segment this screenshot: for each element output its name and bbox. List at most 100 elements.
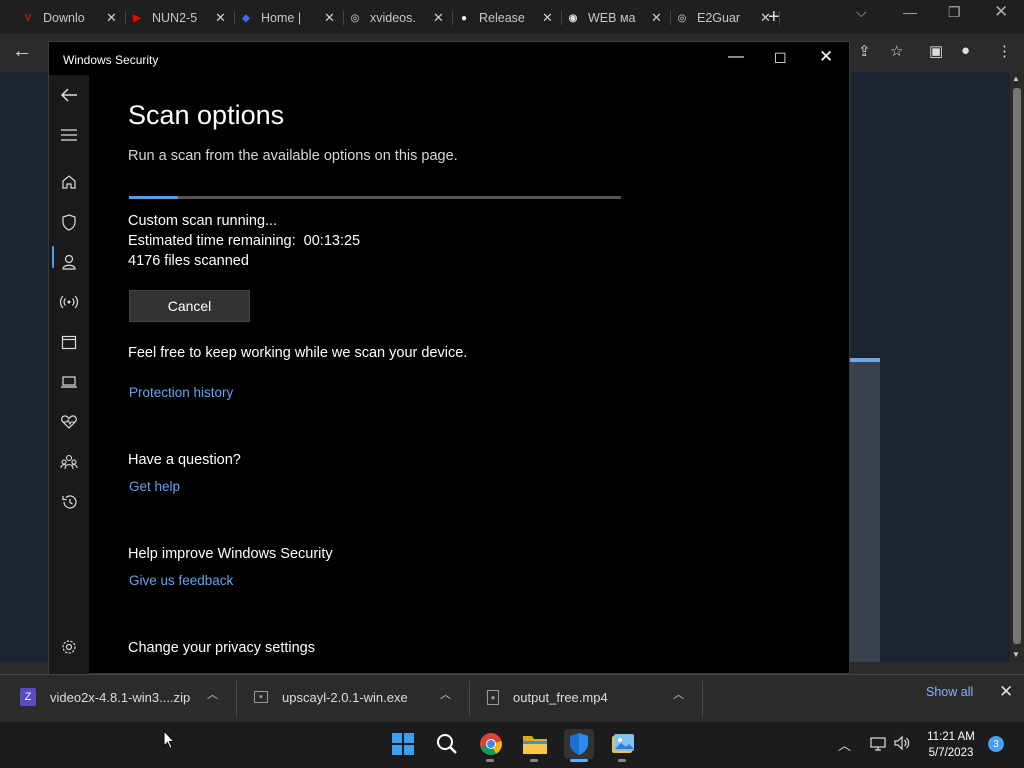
mouse-cursor-icon (163, 730, 175, 750)
globe-icon: ◎ (350, 12, 360, 24)
give-feedback-link[interactable]: Give us feedback (129, 573, 233, 588)
show-all-downloads-link[interactable]: Show all (926, 685, 973, 699)
page-scrollbar[interactable]: ▲ ▼ (1010, 72, 1024, 662)
improve-heading: Help improve Windows Security (128, 546, 333, 562)
browser-tab[interactable]: V Downlo ✕ (0, 4, 126, 32)
network-icon[interactable] (57, 290, 81, 314)
show-hidden-icons-chevron-icon[interactable]: ︿ (838, 735, 851, 754)
browser-back-icon[interactable]: ← (12, 40, 32, 63)
browser-tab[interactable]: ◉ WEB ма ✕ (545, 4, 671, 32)
protection-history-link[interactable]: Protection history (129, 385, 233, 400)
files-scanned-text: 4176 files scanned (128, 253, 249, 269)
download-filename: upscayl-2.0.1-win.exe (282, 689, 408, 705)
vivaldi-v-icon: V (24, 12, 32, 24)
tab-title: Release (479, 11, 525, 25)
volume-icon[interactable] (893, 735, 911, 754)
browser-tab[interactable]: ◎ xvideos. ✕ (327, 4, 453, 32)
scroll-up-icon[interactable]: ▲ (1012, 74, 1020, 83)
globe-icon: ◎ (677, 12, 687, 24)
app-browser-icon[interactable] (57, 330, 81, 354)
browser-tab[interactable]: ● Release ✕ (436, 4, 562, 32)
clock-date: 5/7/2023 (928, 747, 974, 759)
download-item-video2x[interactable]: Z video2x-4.8.1-win3....zip (20, 685, 190, 709)
shield-icon[interactable] (57, 210, 81, 234)
browser-tab[interactable]: ◎ E2Guar ✕ (654, 4, 780, 32)
health-heart-icon[interactable] (57, 410, 81, 434)
tab-title: NUN2-5 (152, 11, 198, 25)
tab-title: xvideos. (370, 11, 416, 25)
bookmark-star-icon[interactable]: ☆ (890, 42, 903, 60)
download-item-upscayl[interactable]: ▪ upscayl-2.0.1-win.exe (254, 685, 408, 709)
privacy-heading: Change your privacy settings (128, 640, 315, 656)
photos-icon[interactable] (608, 729, 638, 759)
family-icon[interactable] (57, 450, 81, 474)
history-icon[interactable] (57, 490, 81, 514)
browser-menu-icon[interactable]: ⋮ (997, 42, 1012, 60)
hamburger-menu-icon[interactable] (57, 123, 81, 147)
network-status-icon[interactable] (869, 735, 887, 754)
file-explorer-icon[interactable] (520, 729, 550, 759)
new-tab-button[interactable]: + (768, 6, 780, 29)
download-filename: video2x-4.8.1-win3....zip (50, 689, 191, 705)
home-icon[interactable] (57, 170, 81, 194)
system-clock[interactable]: 11:21 AM 5/7/2023 (922, 729, 980, 761)
scroll-down-icon[interactable]: ▼ (1012, 650, 1020, 659)
close-window-button[interactable]: ✕ (819, 47, 833, 67)
windows-security-window: Windows Security — ☐ ✕ Scan options Run … (48, 41, 850, 675)
page-subtitle: Run a scan from the available options on… (128, 148, 458, 164)
download-item-output[interactable]: ● output_free.mp4 (487, 685, 608, 709)
minimize-browser-button[interactable]: — (903, 4, 917, 20)
settings-gear-icon[interactable] (57, 635, 81, 659)
download-filename: output_free.mp4 (513, 689, 608, 705)
tab-title: E2Guar (697, 11, 741, 25)
keep-working-text: Feel free to keep working while we scan … (128, 345, 468, 361)
windows-start-icon[interactable] (388, 729, 418, 759)
tab-title: Home | (261, 11, 302, 25)
tab-title: WEB ма (588, 11, 636, 25)
eye-icon: ◉ (568, 12, 578, 24)
device-security-icon[interactable] (57, 370, 81, 394)
diamond-icon: ◆ (242, 12, 250, 24)
page-title: Scan options (128, 100, 285, 130)
download-options-chevron-icon[interactable]: ︿ (207, 686, 218, 702)
get-help-link[interactable]: Get help (129, 479, 180, 494)
tab-title: Downlo (43, 11, 85, 25)
restore-browser-button[interactable]: ❐ (948, 4, 961, 21)
security-active-indicator (570, 759, 588, 762)
chrome-running-indicator (486, 759, 494, 762)
time-remaining-text: Estimated time remaining: 00:13:25 (128, 233, 360, 249)
notification-badge[interactable]: 3 (988, 736, 1004, 752)
minimize-window-button[interactable]: — (728, 48, 744, 66)
profile-icon[interactable]: ● (961, 42, 970, 59)
download-divider (469, 681, 470, 717)
downloads-bar: Z video2x-4.8.1-win3....zip ︿ ▪ upscayl-… (0, 674, 1024, 722)
back-arrow-icon[interactable] (57, 83, 81, 107)
exe-file-icon: ▪ (254, 691, 268, 703)
browser-tab[interactable]: ▶ NUN2-5 ✕ (109, 4, 235, 32)
zip-archive-icon: Z (20, 688, 36, 706)
maximize-window-button[interactable]: ☐ (774, 50, 787, 67)
youtube-icon: ▶ (133, 12, 141, 24)
share-icon[interactable]: ⇪ (858, 42, 871, 60)
time-remaining-value: 00:13:25 (303, 233, 361, 249)
close-browser-button[interactable]: ✕ (994, 2, 1008, 22)
download-options-chevron-icon[interactable]: ︿ (673, 686, 684, 702)
account-icon[interactable] (57, 250, 81, 274)
cancel-scan-button[interactable]: Cancel (129, 290, 250, 322)
browser-tab[interactable]: ◆ Home | ✕ (218, 4, 344, 32)
scan-progress-fill (129, 196, 179, 199)
scrollbar-thumb[interactable] (1013, 88, 1021, 644)
chrome-icon[interactable] (476, 729, 506, 759)
close-downloads-bar-icon[interactable]: ✕ (999, 682, 1013, 702)
tab-search-chevron-icon[interactable]: ⌵ (856, 4, 867, 21)
windows-security-icon[interactable] (564, 729, 594, 759)
search-icon[interactable] (432, 729, 462, 759)
side-panel-icon[interactable]: ▣ (929, 42, 943, 60)
scan-progress-bar (129, 196, 621, 199)
windows-taskbar: ︿ 11:21 AM 5/7/2023 3 (0, 722, 1024, 768)
github-icon: ● (460, 12, 468, 24)
clock-time: 11:21 AM (927, 731, 975, 743)
download-divider (702, 681, 703, 717)
download-options-chevron-icon[interactable]: ︿ (440, 686, 451, 702)
navigation-rail (49, 75, 89, 675)
